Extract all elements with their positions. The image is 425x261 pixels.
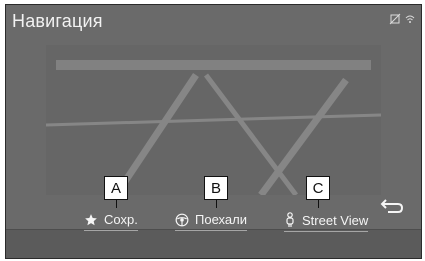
go-underline	[175, 230, 247, 231]
save-button[interactable]: Сохр.	[84, 212, 138, 231]
no-signal-icon	[389, 13, 401, 25]
background-map	[46, 45, 381, 195]
star-icon	[85, 213, 97, 225]
status-icons	[389, 13, 415, 25]
pegman-icon	[286, 212, 294, 227]
go-button[interactable]: Поехали	[175, 212, 247, 231]
street-view-label: Street View	[302, 212, 369, 228]
back-arrow-icon[interactable]	[378, 196, 406, 216]
street-view-underline	[284, 231, 369, 232]
callout-b-line	[216, 199, 217, 208]
go-label: Поехали	[195, 212, 247, 227]
street-view-button[interactable]: Street View	[284, 212, 369, 232]
action-bar	[6, 229, 421, 258]
callout-a-line	[116, 199, 117, 208]
save-underline	[84, 230, 138, 231]
callout-a: A	[104, 176, 128, 200]
steering-wheel-icon	[175, 213, 189, 226]
page-title: Навигация	[12, 11, 103, 31]
wifi-icon	[405, 15, 415, 23]
save-label: Сохр.	[104, 212, 138, 227]
callout-b: B	[204, 176, 228, 200]
callout-c: C	[306, 176, 330, 200]
callout-c-line	[318, 199, 319, 208]
